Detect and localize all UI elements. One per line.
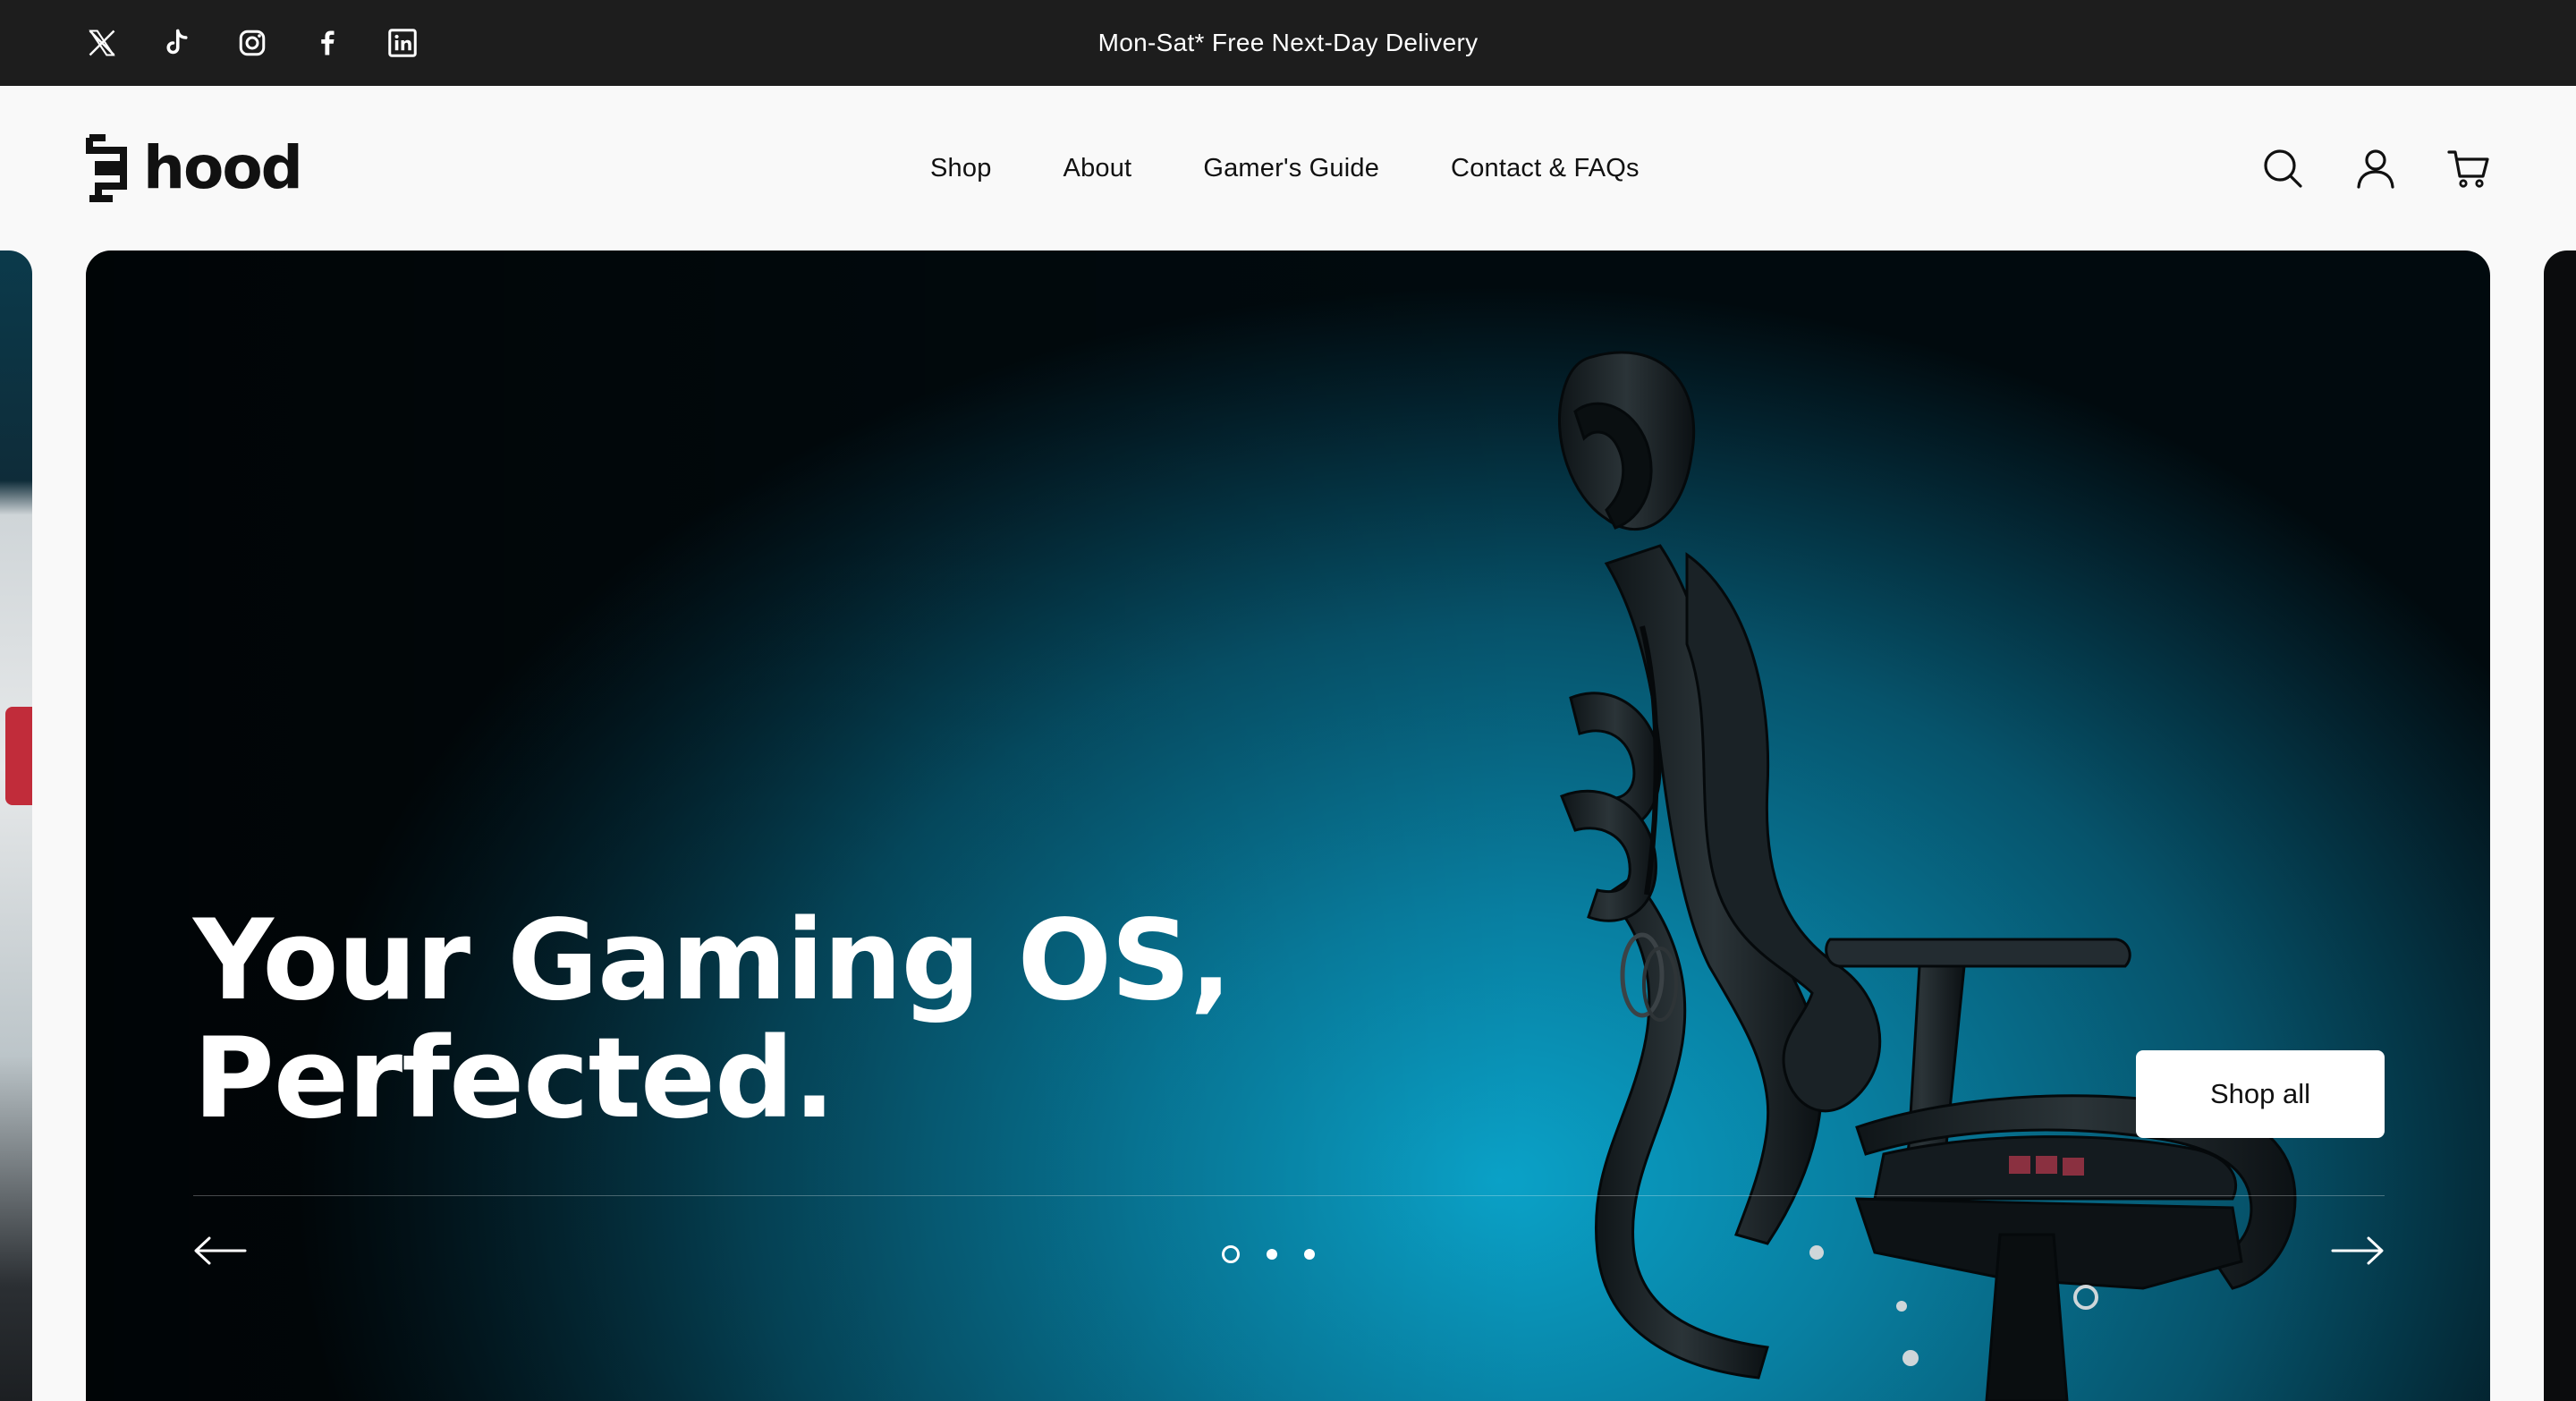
- nav-gamers-guide[interactable]: Gamer's Guide: [1203, 154, 1379, 183]
- slide-dots: [1222, 1242, 1315, 1267]
- nav-about[interactable]: About: [1063, 154, 1132, 183]
- site-header: hood Shop About Gamer's Guide Contact & …: [0, 86, 2576, 250]
- previous-slide-peek: [0, 250, 32, 1401]
- next-slide-peek: [2544, 250, 2576, 1401]
- arrow-left-icon: [194, 1236, 247, 1265]
- slide-dot-2[interactable]: [1267, 1249, 1277, 1260]
- logo-mark-icon: [86, 134, 127, 202]
- prev-slide-button[interactable]: [193, 1233, 247, 1269]
- shop-all-button[interactable]: Shop all: [2136, 1050, 2385, 1138]
- logo-text: hood: [143, 133, 303, 202]
- nav-contact-faqs[interactable]: Contact & FAQs: [1451, 154, 1640, 183]
- next-slide-button[interactable]: [2331, 1233, 2385, 1269]
- logo[interactable]: hood: [86, 132, 303, 204]
- slide-dot-3[interactable]: [1304, 1249, 1315, 1260]
- gaming-chair-image: [1557, 351, 2297, 1401]
- arrow-right-icon: [2331, 1236, 2384, 1265]
- announcement-text: Mon-Sat* Free Next-Day Delivery: [1097, 29, 1479, 56]
- hero-slide: Your Gaming OS, Perfected. Shop all: [86, 250, 2490, 1401]
- hero-title-line-1: Your Gaming OS,: [193, 896, 1232, 1025]
- main-nav: Shop About Gamer's Guide Contact & FAQs: [930, 86, 1640, 250]
- slide-divider: [193, 1195, 2385, 1196]
- cart-icon[interactable]: [2447, 147, 2490, 190]
- hero-title-line-2: Perfected.: [193, 1015, 835, 1143]
- account-icon[interactable]: [2354, 147, 2397, 190]
- search-icon[interactable]: [2261, 147, 2304, 190]
- slide-dot-1[interactable]: [1222, 1245, 1240, 1263]
- announcement-bar: Mon-Sat* Free Next-Day Delivery: [0, 0, 2576, 86]
- hero-title: Your Gaming OS, Perfected.: [193, 902, 1356, 1138]
- header-actions: [2261, 86, 2490, 250]
- nav-shop[interactable]: Shop: [930, 154, 992, 183]
